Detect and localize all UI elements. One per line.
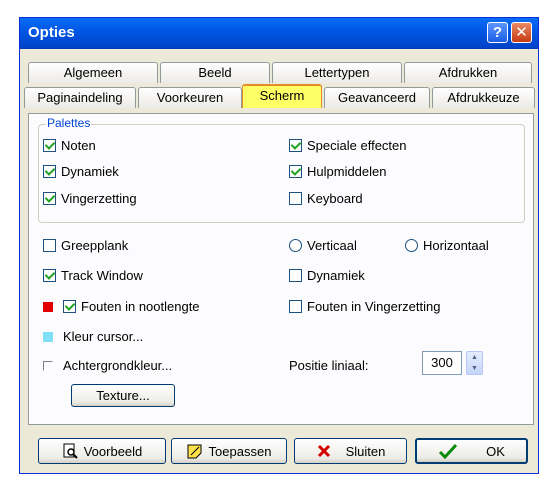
checkbox-box[interactable] bbox=[43, 239, 56, 252]
radio-circle[interactable] bbox=[289, 239, 302, 252]
noten-checkbox[interactable]: Noten bbox=[43, 138, 96, 153]
checkbox-label: Track Window bbox=[61, 268, 143, 283]
checkbox-label: Dynamiek bbox=[61, 164, 119, 179]
tab-afdrukkeuze[interactable]: Afdrukkeuze bbox=[432, 87, 535, 108]
spin-down-icon[interactable]: ▼ bbox=[467, 363, 482, 374]
kleur-cursor-row[interactable]: Kleur cursor... bbox=[43, 329, 143, 344]
checkbox-box[interactable] bbox=[43, 139, 56, 152]
checkbox-box[interactable] bbox=[289, 165, 302, 178]
tab-voorkeuren[interactable]: Voorkeuren bbox=[138, 87, 242, 108]
dialog-title: Opties bbox=[28, 24, 75, 41]
speciale-effecten-checkbox[interactable]: Speciale effecten bbox=[289, 138, 407, 153]
radio-label: Verticaal bbox=[307, 238, 357, 253]
checkbox-box[interactable] bbox=[43, 269, 56, 282]
positie-liniaal-label: Positie liniaal: bbox=[289, 358, 369, 373]
positie-liniaal-input[interactable]: 300 bbox=[422, 351, 462, 375]
achtergrondkleur-label[interactable]: Achtergrondkleur... bbox=[63, 358, 172, 373]
checkbox-label: Speciale effecten bbox=[307, 138, 407, 153]
checkbox-label: Fouten in nootlengte bbox=[81, 299, 200, 314]
title-bar[interactable]: Opties ? ✕ bbox=[20, 18, 538, 49]
voorbeeld-button[interactable]: Voorbeeld bbox=[38, 438, 166, 464]
error-color-swatch[interactable] bbox=[43, 301, 53, 312]
dynamiek-palette-checkbox[interactable]: Dynamiek bbox=[43, 164, 119, 179]
checkbox-box[interactable] bbox=[43, 192, 56, 205]
fouten-nootlengte-row[interactable]: Fouten in nootlengte bbox=[43, 299, 200, 314]
verticaal-radio[interactable]: Verticaal bbox=[289, 238, 357, 253]
options-dialog: Opties ? ✕ Algemeen Beeld Lettertypen Af… bbox=[19, 17, 539, 474]
checkmark-icon bbox=[438, 443, 458, 460]
achtergrondkleur-row[interactable]: Achtergrondkleur... bbox=[43, 358, 172, 373]
greepplank-checkbox[interactable]: Greepplank bbox=[43, 238, 128, 253]
radio-circle[interactable] bbox=[405, 239, 418, 252]
tab-lettertypen[interactable]: Lettertypen bbox=[272, 62, 402, 83]
scherm-panel: Palettes Noten Speciale effecten Dynamie… bbox=[28, 113, 534, 425]
checkbox-label: Greepplank bbox=[61, 238, 129, 253]
close-x-icon bbox=[316, 443, 332, 459]
checkbox-box[interactable] bbox=[289, 139, 302, 152]
dynamiek-checkbox[interactable]: Dynamiek bbox=[289, 268, 365, 283]
preview-icon bbox=[62, 443, 78, 459]
tab-afdrukken[interactable]: Afdrukken bbox=[404, 62, 532, 83]
tab-paginaindeling[interactable]: Paginaindeling bbox=[24, 87, 136, 108]
track-window-checkbox[interactable]: Track Window bbox=[43, 268, 143, 283]
checkbox-label: Keyboard bbox=[307, 191, 363, 206]
ok-label: OK bbox=[486, 443, 505, 459]
toepassen-label: Toepassen bbox=[208, 443, 272, 459]
close-button[interactable]: ✕ bbox=[511, 22, 532, 43]
checkbox-box[interactable] bbox=[43, 165, 56, 178]
ok-button[interactable]: OK bbox=[415, 438, 528, 464]
radio-label: Horizontaal bbox=[423, 238, 489, 253]
checkbox-box[interactable] bbox=[289, 192, 302, 205]
voorbeeld-label: Voorbeeld bbox=[83, 443, 143, 459]
tab-scherm[interactable]: Scherm bbox=[242, 84, 322, 108]
checkbox-label: Fouten in Vingerzetting bbox=[307, 299, 441, 314]
sluiten-label: Sluiten bbox=[345, 443, 386, 459]
hulpmiddelen-checkbox[interactable]: Hulpmiddelen bbox=[289, 164, 387, 179]
keyboard-checkbox[interactable]: Keyboard bbox=[289, 191, 363, 206]
positie-liniaal-spinner[interactable]: ▲ ▼ bbox=[466, 351, 483, 375]
checkbox-box[interactable] bbox=[289, 269, 302, 282]
cursor-color-swatch[interactable] bbox=[43, 331, 53, 342]
fouten-vingerzetting-checkbox[interactable]: Fouten in Vingerzetting bbox=[289, 299, 440, 314]
palettes-label: Palettes bbox=[46, 116, 92, 130]
horizontaal-radio[interactable]: Horizontaal bbox=[405, 238, 489, 253]
help-button[interactable]: ? bbox=[487, 22, 508, 43]
checkbox-label: Vingerzetting bbox=[61, 191, 137, 206]
spin-up-icon[interactable]: ▲ bbox=[467, 352, 482, 363]
apply-icon bbox=[187, 443, 203, 459]
tab-beeld[interactable]: Beeld bbox=[160, 62, 270, 83]
checkbox-label: Dynamiek bbox=[307, 268, 365, 283]
tab-geavanceerd[interactable]: Geavanceerd bbox=[324, 87, 430, 108]
vingerzetting-checkbox[interactable]: Vingerzetting bbox=[43, 191, 137, 206]
palettes-group: Palettes Noten Speciale effecten Dynamie… bbox=[38, 116, 525, 223]
kleur-cursor-label[interactable]: Kleur cursor... bbox=[63, 329, 143, 344]
checkbox-label: Noten bbox=[61, 138, 96, 153]
checkbox-label: Hulpmiddelen bbox=[307, 164, 387, 179]
toepassen-button[interactable]: Toepassen bbox=[171, 438, 287, 464]
texture-button[interactable]: Texture... bbox=[71, 384, 175, 407]
sluiten-button[interactable]: Sluiten bbox=[294, 438, 407, 464]
tab-algemeen[interactable]: Algemeen bbox=[28, 62, 158, 83]
background-color-swatch[interactable] bbox=[43, 360, 53, 371]
checkbox-box[interactable] bbox=[63, 300, 76, 313]
checkbox-box[interactable] bbox=[289, 300, 302, 313]
